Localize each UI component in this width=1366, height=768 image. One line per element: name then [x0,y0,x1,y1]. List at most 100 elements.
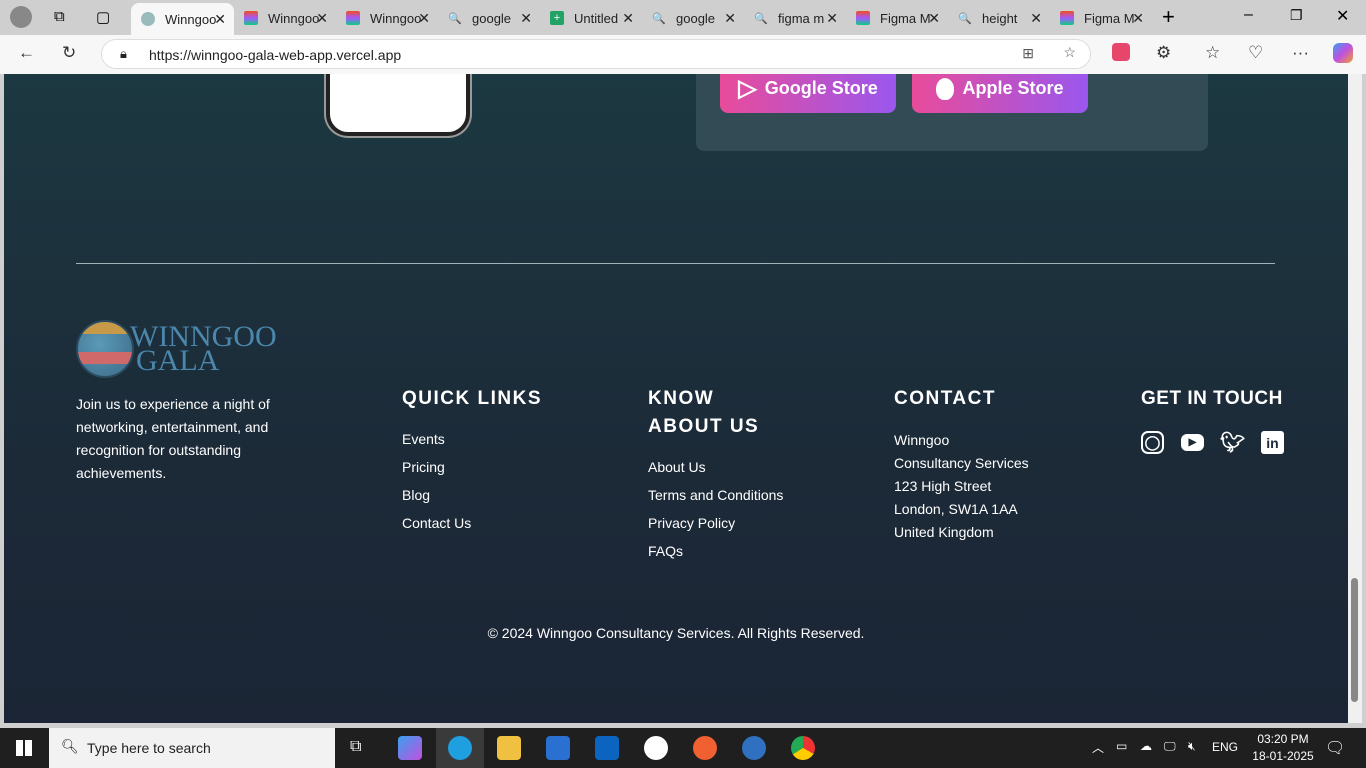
quick-links-section: QUICK LINKS Events Pricing Blog Contact … [402,385,542,537]
tab-0[interactable]: Winngoo ✕ [131,3,234,35]
browser-essentials-icon[interactable]: ♡ [1248,43,1263,63]
workspaces-icon[interactable]: ⧉ [54,8,65,25]
figma-icon [856,11,870,25]
clock[interactable]: 03:20 PM 18-01-2025 [1252,731,1314,765]
outlook-icon[interactable] [595,736,619,760]
link-events[interactable]: Events [402,425,542,453]
taskbar-search[interactable]: 🔍︎ Type here to search [49,728,335,768]
language-indicator[interactable]: ENG [1212,740,1238,754]
show-hidden-icons[interactable]: ︿ [1092,739,1104,756]
figma-icon [1060,11,1074,25]
tab-label: Untitled [574,10,619,26]
link-faqs[interactable]: FAQs [648,537,783,565]
google-play-icon: ▷ [738,75,757,102]
app-available-icon[interactable]: ⊞ [1022,45,1034,62]
link-privacy[interactable]: Privacy Policy [648,509,783,537]
volume-muted-icon[interactable]: 🔇︎ [1188,739,1196,754]
search-icon: 🔍 [652,12,666,25]
tab-6[interactable]: 🔍 figma m ✕ [744,3,846,33]
globe-logo-icon [76,320,134,378]
file-explorer-icon[interactable] [497,736,521,760]
chrome-icon[interactable] [791,736,815,760]
google-store-button[interactable]: ▷ Google Store [720,74,896,113]
app-icon[interactable] [644,736,668,760]
copyright-text: © 2024 Winngoo Consultancy Services. All… [487,625,865,641]
copilot-taskbar-icon[interactable] [398,736,422,760]
copilot-icon[interactable] [1333,43,1353,63]
winngoo-favicon [141,12,155,26]
extensions-icon[interactable]: ⚙ [1156,43,1171,63]
close-tab-icon[interactable]: ✕ [520,10,532,27]
tab-label: Winngoo [370,10,422,26]
linkedin-icon[interactable]: in [1261,431,1284,454]
close-window-button[interactable]: ✕ [1336,6,1349,26]
address-bar-row: ← ↻ 🔒︎ https://winngoo-gala-web-app.verce… [0,35,1366,74]
figma-icon [346,11,360,25]
apple-store-label: Apple Store [962,78,1064,98]
close-tab-icon[interactable]: ✕ [214,11,226,28]
close-tab-icon[interactable]: ✕ [1132,10,1144,27]
restore-button[interactable]: ❐ [1290,7,1303,24]
more-menu-icon[interactable]: ··· [1292,43,1309,63]
link-pricing[interactable]: Pricing [402,453,542,481]
footer-divider [76,263,1275,264]
close-tab-icon[interactable]: ✕ [928,10,940,27]
camera-icon[interactable]: ▭ [1116,739,1127,753]
figma-icon [244,11,258,25]
close-tab-icon[interactable]: ✕ [724,10,736,27]
network-icon[interactable]: 🖵︎ [1164,739,1176,754]
refresh-icon[interactable]: ↻ [62,43,76,63]
time: 03:20 PM [1257,732,1309,746]
tab-8[interactable]: 🔍 height ✕ [948,3,1050,33]
link-blog[interactable]: Blog [402,481,542,509]
favorites-icon[interactable]: ☆ [1205,43,1220,63]
extension-icon[interactable] [1112,43,1130,61]
instagram-icon[interactable]: ◯ [1141,431,1164,454]
tab-label: google [472,10,512,26]
tab-9[interactable]: Figma M ✕ [1050,3,1152,33]
tab-3[interactable]: 🔍 google ✕ [438,3,540,33]
link-about-us[interactable]: About Us [648,453,783,481]
tab-7[interactable]: Figma M ✕ [846,3,948,33]
search-icon: 🔍 [754,12,768,25]
tab-5[interactable]: 🔍 google ✕ [642,3,744,33]
app-icon-2[interactable] [742,736,766,760]
profile-avatar[interactable] [10,6,32,28]
link-terms[interactable]: Terms and Conditions [648,481,783,509]
youtube-icon[interactable]: ▶ [1181,434,1204,451]
contact-section: CONTACT Winngoo Consultancy Services 123… [894,385,1029,544]
twitter-icon[interactable]: 🐦︎ [1220,431,1245,454]
link-contact-us[interactable]: Contact Us [402,509,542,537]
microsoft-store-icon[interactable] [546,736,570,760]
page-scrollbar[interactable] [1348,74,1362,723]
phone-mockup-image [326,74,470,136]
minimize-button[interactable]: – [1244,6,1253,24]
search-placeholder: Type here to search [87,740,211,756]
tab-4[interactable]: + Untitled ✕ [540,3,642,33]
apple-store-button[interactable]: Apple Store [912,74,1088,113]
edge-icon[interactable] [448,736,472,760]
vertical-tabs-icon[interactable]: ▢ [96,8,110,26]
back-icon[interactable]: ← [18,43,35,63]
contact-heading: CONTACT [894,388,996,409]
tab-2[interactable]: Winngoo ✕ [336,3,438,33]
search-icon: 🔍 [448,12,462,25]
scrollbar-thumb[interactable] [1351,578,1358,702]
task-view-icon[interactable]: ⧉ [350,738,361,756]
notifications-icon[interactable]: 🗨︎ [1325,738,1345,758]
contact-line: Winngoo [894,432,950,448]
onedrive-icon[interactable]: ☁ [1140,739,1152,753]
close-tab-icon[interactable]: ✕ [826,10,838,27]
winngoo-gala-logo[interactable]: WINNGOO GALA [76,320,277,378]
postman-icon[interactable] [693,736,717,760]
close-tab-icon[interactable]: ✕ [316,10,328,27]
tab-1[interactable]: Winngoo ✕ [234,3,336,33]
close-tab-icon[interactable]: ✕ [1030,10,1042,27]
start-button[interactable] [16,740,32,756]
new-tab-button[interactable]: + [1162,4,1175,30]
favorite-star-icon[interactable]: ☆ [1063,44,1076,61]
close-tab-icon[interactable]: ✕ [622,10,634,27]
tab-label: Winngoo [165,11,217,27]
close-tab-icon[interactable]: ✕ [418,10,430,27]
url-field[interactable]: 🔒︎ https://winngoo-gala-web-app.vercel.ap… [101,39,1091,69]
